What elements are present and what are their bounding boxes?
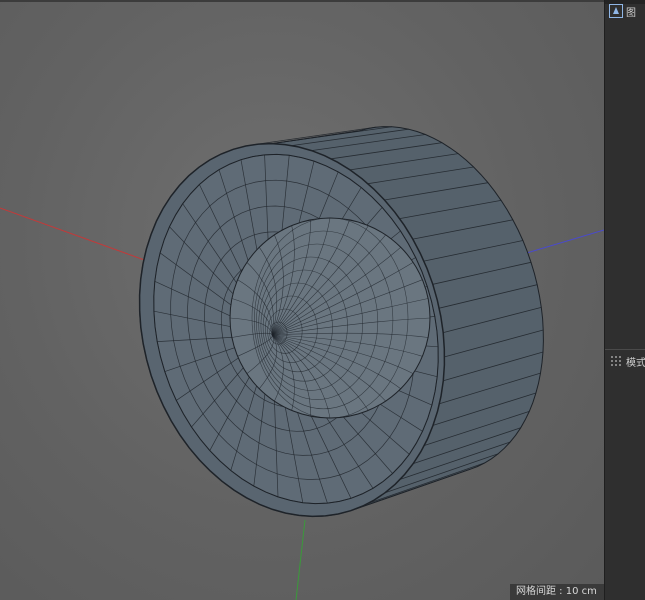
mode-tab[interactable]: 模式 — [609, 352, 645, 370]
object-manager-tab-label: 图 — [626, 7, 636, 19]
right-side-panel: 图 模式 — [604, 0, 645, 600]
3d-viewport[interactable]: 网格间距 : 10 cm — [0, 0, 604, 600]
object-manager-tab[interactable]: 图 — [609, 2, 645, 20]
panel-separator — [605, 349, 645, 350]
x-axis-line — [0, 207, 151, 263]
mode-tab-label: 模式 — [626, 357, 645, 369]
z-axis-line — [519, 229, 604, 256]
object-manager-icon — [609, 4, 623, 18]
y-axis-line — [295, 519, 306, 600]
scene-canvas[interactable] — [0, 0, 604, 600]
grid-spacing-readout: 网格间距 : 10 cm — [510, 584, 604, 600]
sphere-mesh[interactable] — [229, 217, 431, 419]
grip-dots-icon — [609, 354, 623, 368]
